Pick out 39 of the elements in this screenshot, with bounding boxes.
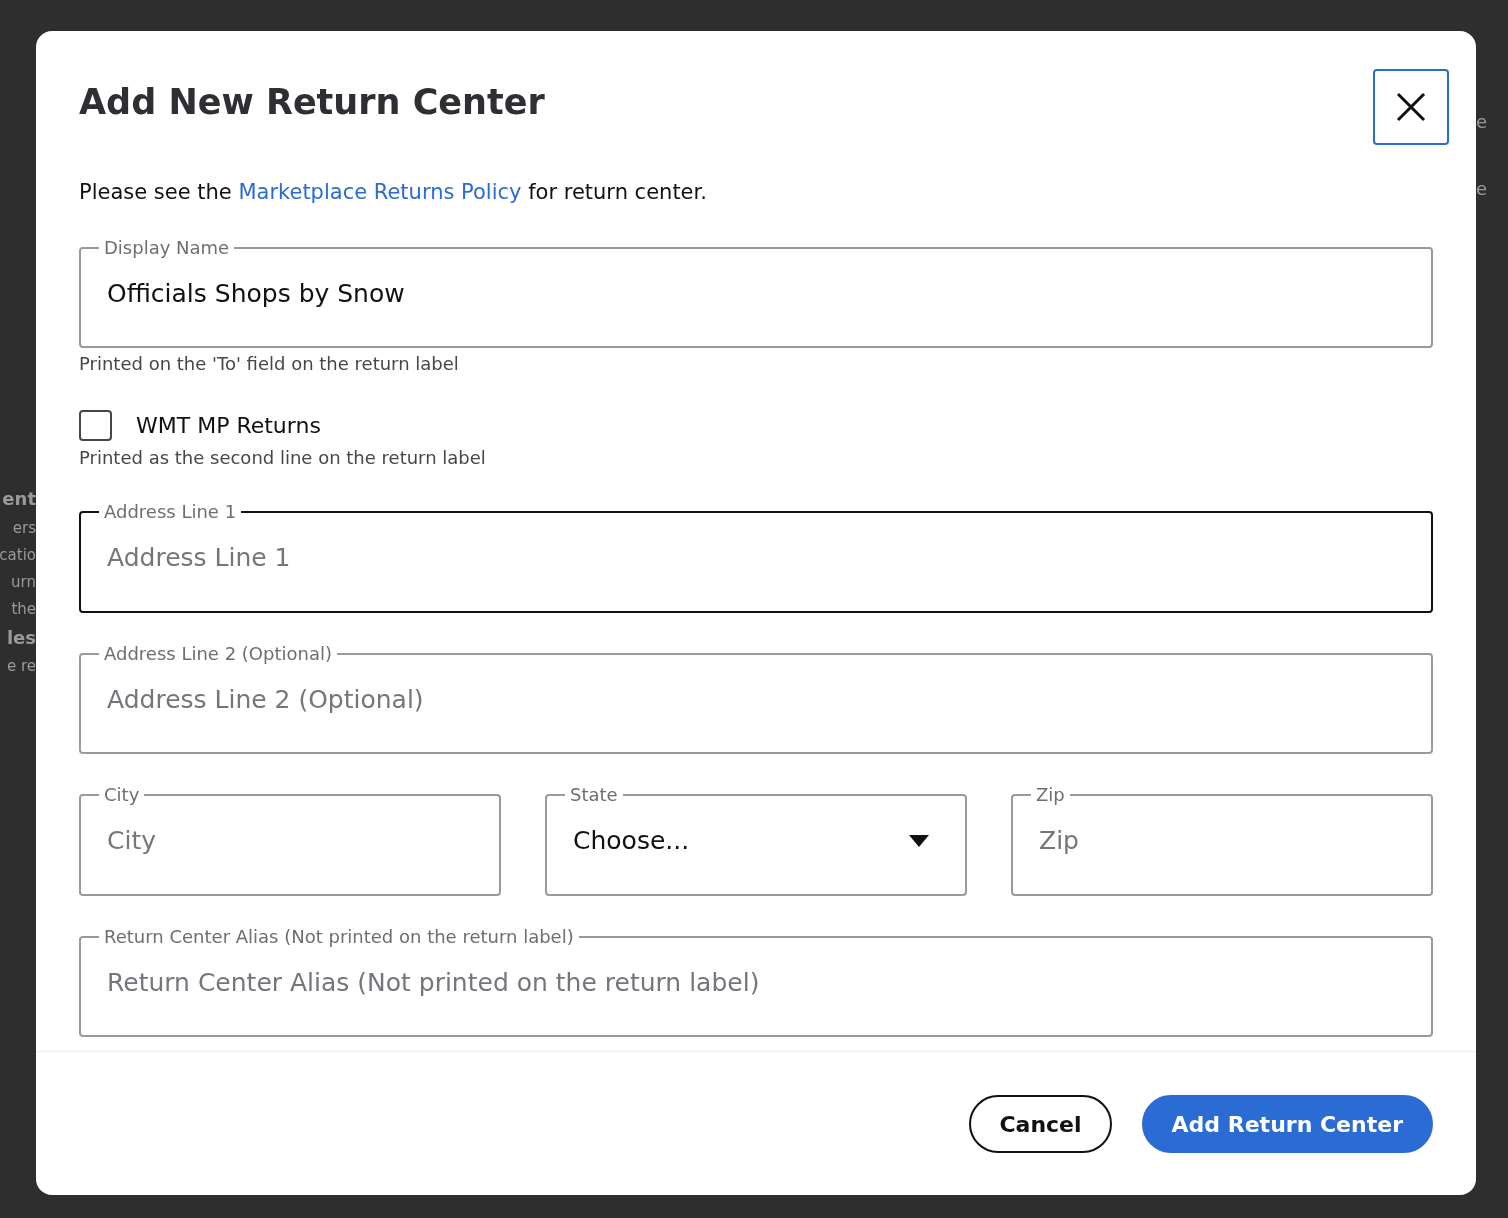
close-button[interactable] bbox=[1373, 69, 1449, 145]
state-select[interactable]: State Choose... bbox=[545, 786, 967, 896]
background-text: the bbox=[11, 599, 36, 618]
text-field[interactable]: Address Line 1 Address Line 1 bbox=[79, 503, 1433, 613]
select-value: Choose... bbox=[573, 825, 690, 857]
field-label: Return Center Alias (Not printed on the return label) bbox=[103, 927, 575, 946]
text-field[interactable]: City City bbox=[79, 786, 501, 896]
background-text: les bbox=[6, 626, 36, 649]
field-label: Address Line 2 (Optional) bbox=[103, 644, 333, 663]
caret-icon bbox=[909, 834, 929, 847]
field-label: Zip bbox=[1035, 786, 1066, 804]
field-label: Address Line 1 bbox=[103, 503, 238, 521]
background-text: e re bbox=[6, 657, 36, 676]
text-field[interactable]: Address Line 2 (Optional) Address Line 2 (Optional) bbox=[79, 644, 1433, 754]
background-text: ent bbox=[2, 488, 36, 510]
input-field[interactable]: Address Line 1 bbox=[107, 521, 1405, 595]
dialog-title: Add New Return Center bbox=[79, 81, 545, 123]
background-text: catio bbox=[0, 545, 36, 564]
policy-link[interactable]: Marketplace Returns Policy bbox=[238, 180, 522, 204]
background-text: ers bbox=[12, 518, 36, 537]
help-text: Printed as the second line on the return label bbox=[79, 446, 487, 470]
add-button[interactable]: Add Return Center bbox=[1141, 1095, 1433, 1153]
cancel-button[interactable]: Cancel bbox=[969, 1095, 1112, 1153]
field-label: State bbox=[569, 786, 619, 804]
input-field[interactable]: Zip bbox=[1039, 804, 1405, 878]
input-field[interactable]: City bbox=[107, 804, 473, 878]
checkbox[interactable] bbox=[79, 410, 112, 441]
help-text: Printed on the 'To' field on the return label bbox=[79, 352, 460, 376]
close-icon bbox=[1396, 92, 1426, 122]
text-field[interactable]: Zip Zip bbox=[1011, 786, 1433, 896]
intro-text: Please see the Marketplace Returns Policy for return center. bbox=[79, 179, 708, 206]
background-text: urn bbox=[11, 572, 36, 591]
text-field[interactable]: Return Center Alias (Not printed on the return label) Return Center Alias (Not printed on the return label) bbox=[79, 927, 1433, 1037]
field-label: Display Name bbox=[103, 238, 231, 257]
background-text: e bbox=[1476, 177, 1488, 201]
text-field[interactable]: Display Name Officials Shops by Snow bbox=[79, 238, 1433, 348]
field-label: City bbox=[103, 786, 141, 804]
checkbox-label[interactable]: WMT MP Returns bbox=[136, 409, 321, 442]
background-text: e bbox=[1476, 110, 1488, 134]
